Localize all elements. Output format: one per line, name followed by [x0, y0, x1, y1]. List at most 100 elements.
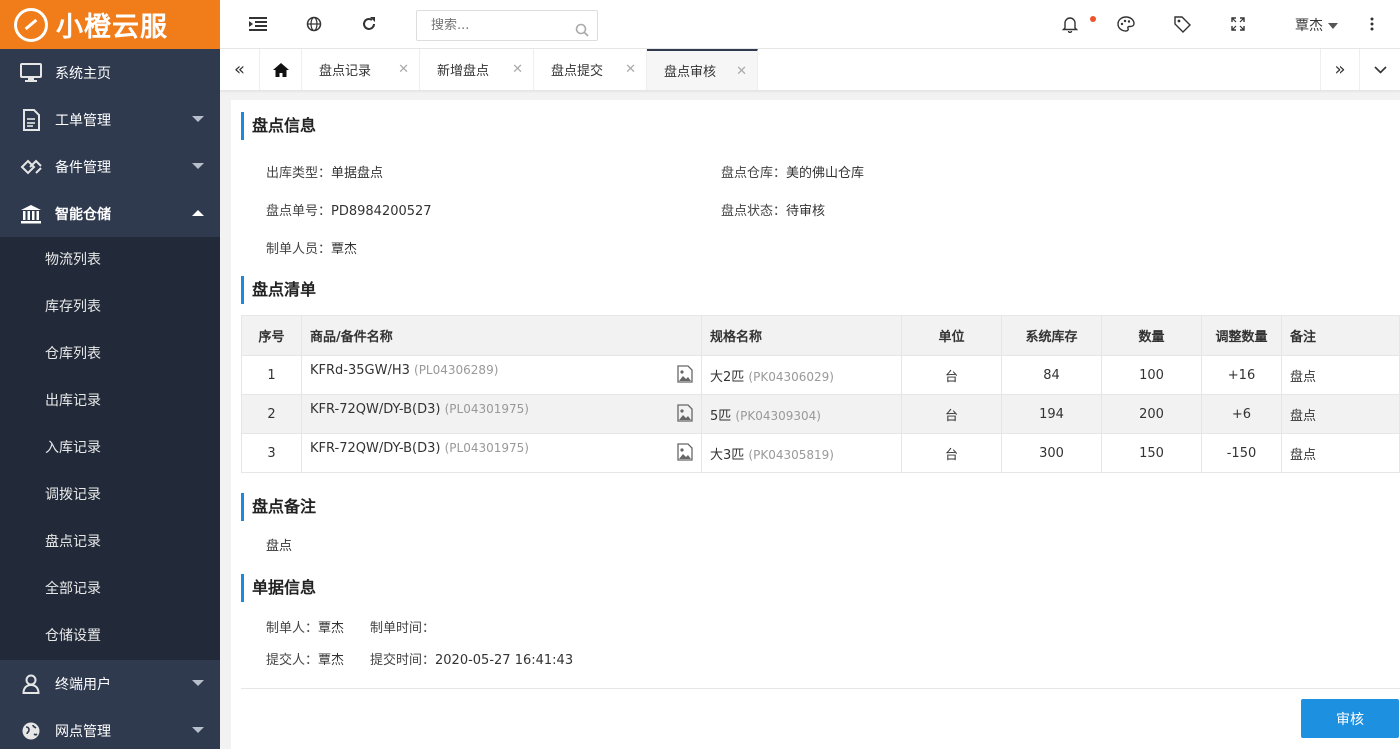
- cell-spec: 大2匹 (PK04306029): [701, 355, 902, 395]
- cell-adjust: -150: [1201, 433, 1282, 473]
- field-value: 美的佛山仓库: [786, 166, 865, 181]
- tab-scroll-right-icon[interactable]: »: [1320, 49, 1360, 90]
- user-menu[interactable]: 覃杰: [1295, 15, 1338, 35]
- table-header-row: 序号 商品/备件名称 规格名称 单位 系统库存 数量 调整数量 备注: [241, 315, 1400, 356]
- search-icon[interactable]: [575, 19, 589, 48]
- column-header: 备注: [1281, 315, 1400, 356]
- notification-dot: [1090, 16, 1096, 22]
- document-icon: [20, 108, 42, 131]
- cell-qty: 200: [1101, 394, 1202, 434]
- submenu-item-inventory[interactable]: 库存列表: [0, 284, 220, 331]
- field-value: 覃杰: [318, 653, 345, 668]
- field-value: 单据盘点: [331, 166, 384, 181]
- tab-stocktake-records[interactable]: 盘点记录 ✕: [302, 49, 420, 90]
- cell-unit: 台: [901, 433, 1002, 473]
- search-box[interactable]: [416, 10, 598, 41]
- close-icon[interactable]: ✕: [398, 62, 409, 77]
- main-content: 盘点信息 出库类型：单据盘点 盘点仓库：美的佛山仓库 盘点单号：PD898420…: [231, 100, 1400, 749]
- cell-stock: 84: [1001, 355, 1102, 395]
- tab-scroll-left-icon[interactable]: «: [220, 49, 260, 90]
- sidebar-item-work-orders[interactable]: 工单管理: [0, 96, 220, 143]
- tab-stocktake-audit[interactable]: 盘点审核 ✕: [647, 49, 758, 90]
- product-name: KFR-72QW/DY-B(D3): [310, 402, 441, 417]
- globe-icon: [20, 720, 42, 742]
- field-order-no: 盘点单号：PD8984200527: [266, 200, 432, 219]
- section-title-remark: 盘点备注: [241, 493, 316, 521]
- chevron-down-icon: [192, 680, 204, 686]
- tab-stocktake-submit[interactable]: 盘点提交 ✕: [534, 49, 647, 90]
- cell-unit: 台: [901, 394, 1002, 434]
- product-name: KFR-72QW/DY-B(D3): [310, 441, 441, 456]
- top-bar: 覃杰: [220, 0, 1400, 49]
- menu-toggle-icon[interactable]: [248, 14, 268, 34]
- tab-label: 盘点记录: [319, 64, 372, 79]
- fullscreen-icon[interactable]: [1228, 14, 1248, 34]
- stocktake-table: 序号 商品/备件名称 规格名称 单位 系统库存 数量 调整数量 备注 1 KFR…: [241, 315, 1400, 473]
- sidebar-item-outlets[interactable]: 网点管理: [0, 707, 220, 749]
- field-label: 制单时间：: [370, 621, 436, 636]
- warehouse-icon: [20, 203, 42, 225]
- image-icon[interactable]: [677, 404, 693, 426]
- refresh-icon[interactable]: [359, 14, 379, 34]
- image-icon[interactable]: [677, 365, 693, 387]
- sidebar-item-warehouse[interactable]: 智能仓储: [0, 190, 220, 237]
- chevron-up-icon: [192, 210, 204, 216]
- monitor-icon: [20, 62, 42, 84]
- bell-icon[interactable]: [1060, 14, 1080, 34]
- field-maker: 制单人：覃杰: [266, 617, 344, 636]
- field-value: 覃杰: [318, 621, 345, 636]
- tab-label: 盘点提交: [551, 64, 604, 79]
- table-row: 2 KFR-72QW/DY-B(D3) (PL04301975) 5匹 (PK0…: [241, 394, 1400, 434]
- image-icon[interactable]: [677, 443, 693, 465]
- close-icon[interactable]: ✕: [625, 62, 636, 77]
- submenu-item-transfer[interactable]: 调拨记录: [0, 472, 220, 519]
- submenu-item-all-records[interactable]: 全部记录: [0, 566, 220, 613]
- sidebar: 小橙云服 系统主页 工单管理 备件管理 智能仓储 物流列表 库存列表 仓库列表 …: [0, 0, 220, 749]
- cell-qty: 150: [1101, 433, 1202, 473]
- section-title-info: 盘点信息: [241, 112, 316, 140]
- cell-spec: 大3匹 (PK04305819): [701, 433, 902, 473]
- cell-adjust: +16: [1201, 355, 1282, 395]
- cell-stock: 194: [1001, 394, 1102, 434]
- cell-spec: 5匹 (PK04309304): [701, 394, 902, 434]
- cell-name: KFRd-35GW/H3 (PL04306289): [301, 355, 702, 395]
- submenu-item-warehouses[interactable]: 仓库列表: [0, 331, 220, 378]
- field-status: 盘点状态：待审核: [721, 200, 825, 219]
- globe-icon[interactable]: [304, 14, 324, 34]
- field-value: 2020-05-27 16:41:43: [435, 653, 574, 668]
- submenu-item-logistics[interactable]: 物流列表: [0, 237, 220, 284]
- field-label: 制单人员：: [266, 242, 332, 257]
- tag-icon[interactable]: [1172, 14, 1192, 34]
- submenu-item-storage-settings[interactable]: 仓储设置: [0, 613, 220, 660]
- submenu-item-stocktake[interactable]: 盘点记录: [0, 519, 220, 566]
- sidebar-item-end-users[interactable]: 终端用户: [0, 660, 220, 707]
- column-header: 数量: [1101, 315, 1202, 356]
- close-icon[interactable]: ✕: [512, 62, 523, 77]
- cell-adjust: +6: [1201, 394, 1282, 434]
- sidebar-item-parts[interactable]: 备件管理: [0, 143, 220, 190]
- logo[interactable]: 小橙云服: [0, 0, 220, 49]
- home-tab[interactable]: [260, 49, 302, 90]
- cell-no: 3: [241, 433, 302, 473]
- cell-no: 1: [241, 355, 302, 395]
- user-name: 覃杰: [1295, 18, 1323, 34]
- tab-menu-chevron-down-icon[interactable]: [1360, 49, 1400, 90]
- audit-button[interactable]: 审核: [1301, 699, 1399, 738]
- sidebar-item-label: 终端用户: [55, 676, 111, 693]
- theme-icon[interactable]: [1116, 14, 1136, 34]
- spec-name: 大2匹: [710, 369, 745, 385]
- search-input[interactable]: [431, 18, 571, 33]
- tab-new-stocktake[interactable]: 新增盘点 ✕: [420, 49, 534, 90]
- sidebar-item-label: 网点管理: [55, 723, 111, 740]
- more-icon[interactable]: [1362, 14, 1382, 34]
- column-header: 调整数量: [1201, 315, 1282, 356]
- field-out-type: 出库类型：单据盘点: [266, 162, 383, 181]
- close-icon[interactable]: ✕: [736, 64, 747, 79]
- sidebar-item-label: 工单管理: [55, 112, 111, 129]
- sidebar-item-home[interactable]: 系统主页: [0, 49, 220, 96]
- parts-icon: [20, 156, 42, 178]
- spec-name: 5匹: [710, 408, 732, 424]
- submenu-item-inbound[interactable]: 入库记录: [0, 425, 220, 472]
- field-submit-time: 提交时间：2020-05-27 16:41:43: [370, 649, 573, 668]
- submenu-item-outbound[interactable]: 出库记录: [0, 378, 220, 425]
